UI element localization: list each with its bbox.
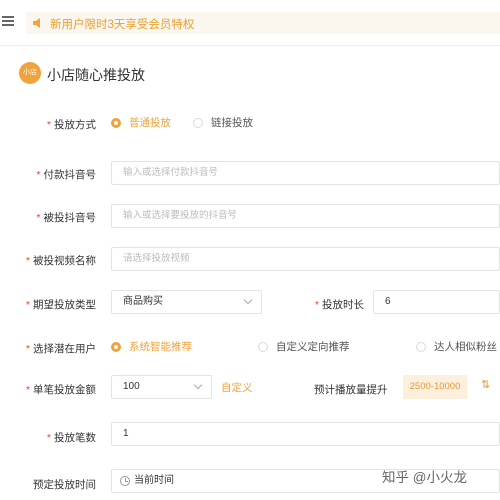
delivery-mode-label-wrap: * 投放方式	[0, 115, 96, 135]
speaker-icon	[33, 18, 40, 28]
delivery-mode-label: * 投放方式	[46, 119, 96, 131]
target-account-label-wrap: * 被投抖音号	[0, 208, 96, 228]
target-account-label: * 被投抖音号	[36, 212, 96, 224]
duration-label-wrap: * 投放时长	[280, 295, 364, 315]
schedule-label-wrap: 预定投放时间	[0, 475, 96, 495]
clock-icon	[120, 476, 130, 486]
schedule-value: 当前时间	[134, 475, 174, 486]
radio-dot	[193, 117, 203, 128]
count-label: * 投放笔数	[46, 432, 96, 444]
duration-label: * 投放时长	[314, 299, 364, 311]
custom-amount-link[interactable]: 自定义	[221, 380, 253, 395]
video-name-label-wrap: * 被投视频名称	[0, 251, 96, 271]
page-title: 小店随心推投放	[47, 67, 145, 83]
notice-banner[interactable]: 新用户限时3天享受会员特权	[26, 12, 500, 34]
radio-similar-fans[interactable]: 达人相似粉丝	[416, 339, 497, 354]
chevron-down-icon	[243, 295, 253, 305]
radio-dot	[111, 117, 121, 128]
goal-type-label-wrap: * 期望投放类型	[0, 295, 96, 315]
video-name-label: * 被投视频名称	[25, 255, 96, 267]
schedule-label: 预定投放时间	[33, 479, 96, 491]
radio-smart-recommend[interactable]: 系统智能推荐	[111, 339, 192, 354]
count-input[interactable]: 1	[111, 422, 500, 446]
budget-label: * 单笔投放金额	[25, 384, 96, 396]
chevron-down-icon	[193, 380, 203, 390]
count-label-wrap: * 投放笔数	[0, 428, 96, 448]
swap-icon[interactable]: ⇅	[481, 378, 490, 391]
radio-normal-delivery[interactable]: 普通投放	[111, 115, 171, 130]
audience-label-wrap: * 选择潜在用户	[0, 339, 96, 359]
radio-dot	[258, 341, 268, 352]
duration-input[interactable]: 6	[373, 290, 500, 314]
forecast-value-badge: 2500-10000	[403, 375, 467, 399]
payer-account-label: * 付款抖音号	[36, 169, 96, 181]
shop-logo: 小店	[19, 62, 41, 84]
video-name-input[interactable]: 请选择投放视频	[111, 247, 500, 271]
forecast-label: 预计播放量提升	[314, 384, 388, 396]
goal-type-label: * 期望投放类型	[25, 299, 96, 311]
audience-label: * 选择潜在用户	[25, 343, 96, 355]
radio-custom-targeting[interactable]: 自定义定向推荐	[258, 339, 350, 354]
watermark: 知乎 @小火龙	[382, 470, 467, 485]
budget-value: 100	[123, 381, 140, 392]
top-bar: 新用户限时3天享受会员特权	[0, 0, 500, 46]
radio-link-delivery[interactable]: 链接投放	[193, 115, 253, 130]
notice-text: 新用户限时3天享受会员特权	[50, 19, 195, 31]
goal-type-value: 商品购买	[123, 296, 163, 307]
radio-dot	[111, 341, 121, 352]
target-account-input[interactable]: 输入或选择要投放的抖音号	[111, 204, 500, 228]
goal-type-select[interactable]: 商品购买	[111, 290, 262, 314]
radio-dot	[416, 341, 426, 352]
budget-label-wrap: * 单笔投放金额	[0, 380, 96, 400]
menu-icon[interactable]	[2, 16, 14, 26]
payer-account-input[interactable]: 输入或选择付款抖音号	[111, 161, 500, 185]
budget-select[interactable]: 100	[111, 375, 212, 399]
payer-account-label-wrap: * 付款抖音号	[0, 165, 96, 185]
